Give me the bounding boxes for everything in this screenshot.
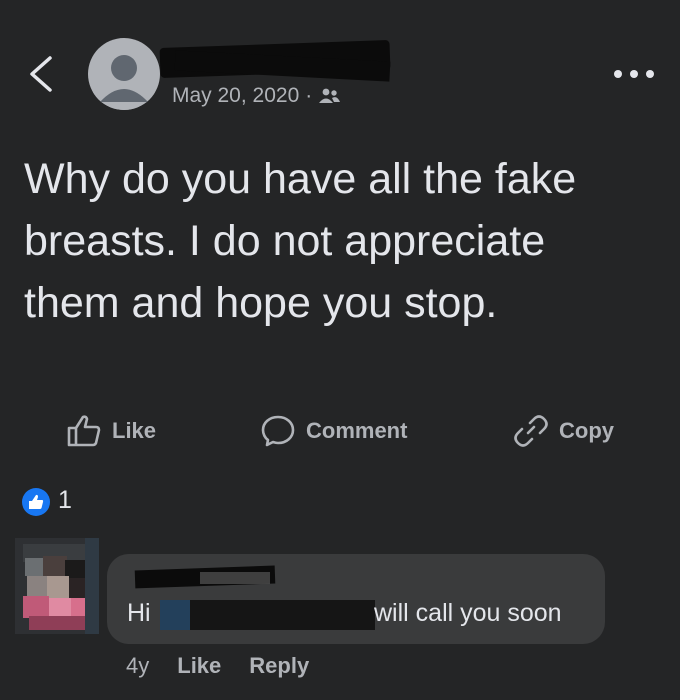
post-date[interactable]: May 20, 2020 — [172, 84, 299, 108]
default-avatar-icon — [88, 55, 160, 110]
redacted-commenter-name-overlay — [200, 572, 270, 584]
comment-like-button[interactable]: Like — [177, 653, 221, 679]
comment-text-end: will call you soon — [374, 599, 562, 627]
like-button[interactable]: Like — [66, 412, 156, 450]
post-meta: May 20, 2020 · — [172, 84, 341, 108]
redacted-comment-text-edge — [160, 600, 190, 630]
post-text: Why do you have all the fake breasts. I … — [24, 155, 577, 327]
redacted-comment-text — [160, 600, 375, 630]
more-horizontal-icon[interactable] — [610, 62, 658, 86]
comment-reply-button[interactable]: Reply — [249, 653, 309, 679]
reaction-count[interactable]: 1 — [58, 486, 72, 515]
like-reaction-icon[interactable] — [22, 488, 50, 516]
comment-bubble-icon — [261, 415, 295, 447]
comment-button[interactable]: Comment — [260, 412, 407, 450]
friends-icon — [319, 88, 341, 103]
comment-text-start: Hi — [127, 599, 151, 627]
thumbs-up-icon — [67, 415, 101, 447]
copy-link-button[interactable]: Copy — [513, 412, 614, 450]
like-label: Like — [112, 418, 157, 443]
comment-timestamp[interactable]: 4y — [126, 653, 149, 679]
commenter-avatar[interactable] — [15, 538, 99, 634]
link-icon — [514, 415, 548, 447]
thumbs-up-icon — [29, 494, 44, 509]
chevron-left-icon[interactable] — [22, 52, 62, 96]
meta-separator: · — [305, 84, 313, 107]
comment-actions: 4y Like Reply — [126, 653, 309, 679]
post-author-avatar[interactable] — [88, 38, 160, 110]
comment-label: Comment — [306, 418, 408, 443]
copy-label: Copy — [559, 418, 614, 443]
